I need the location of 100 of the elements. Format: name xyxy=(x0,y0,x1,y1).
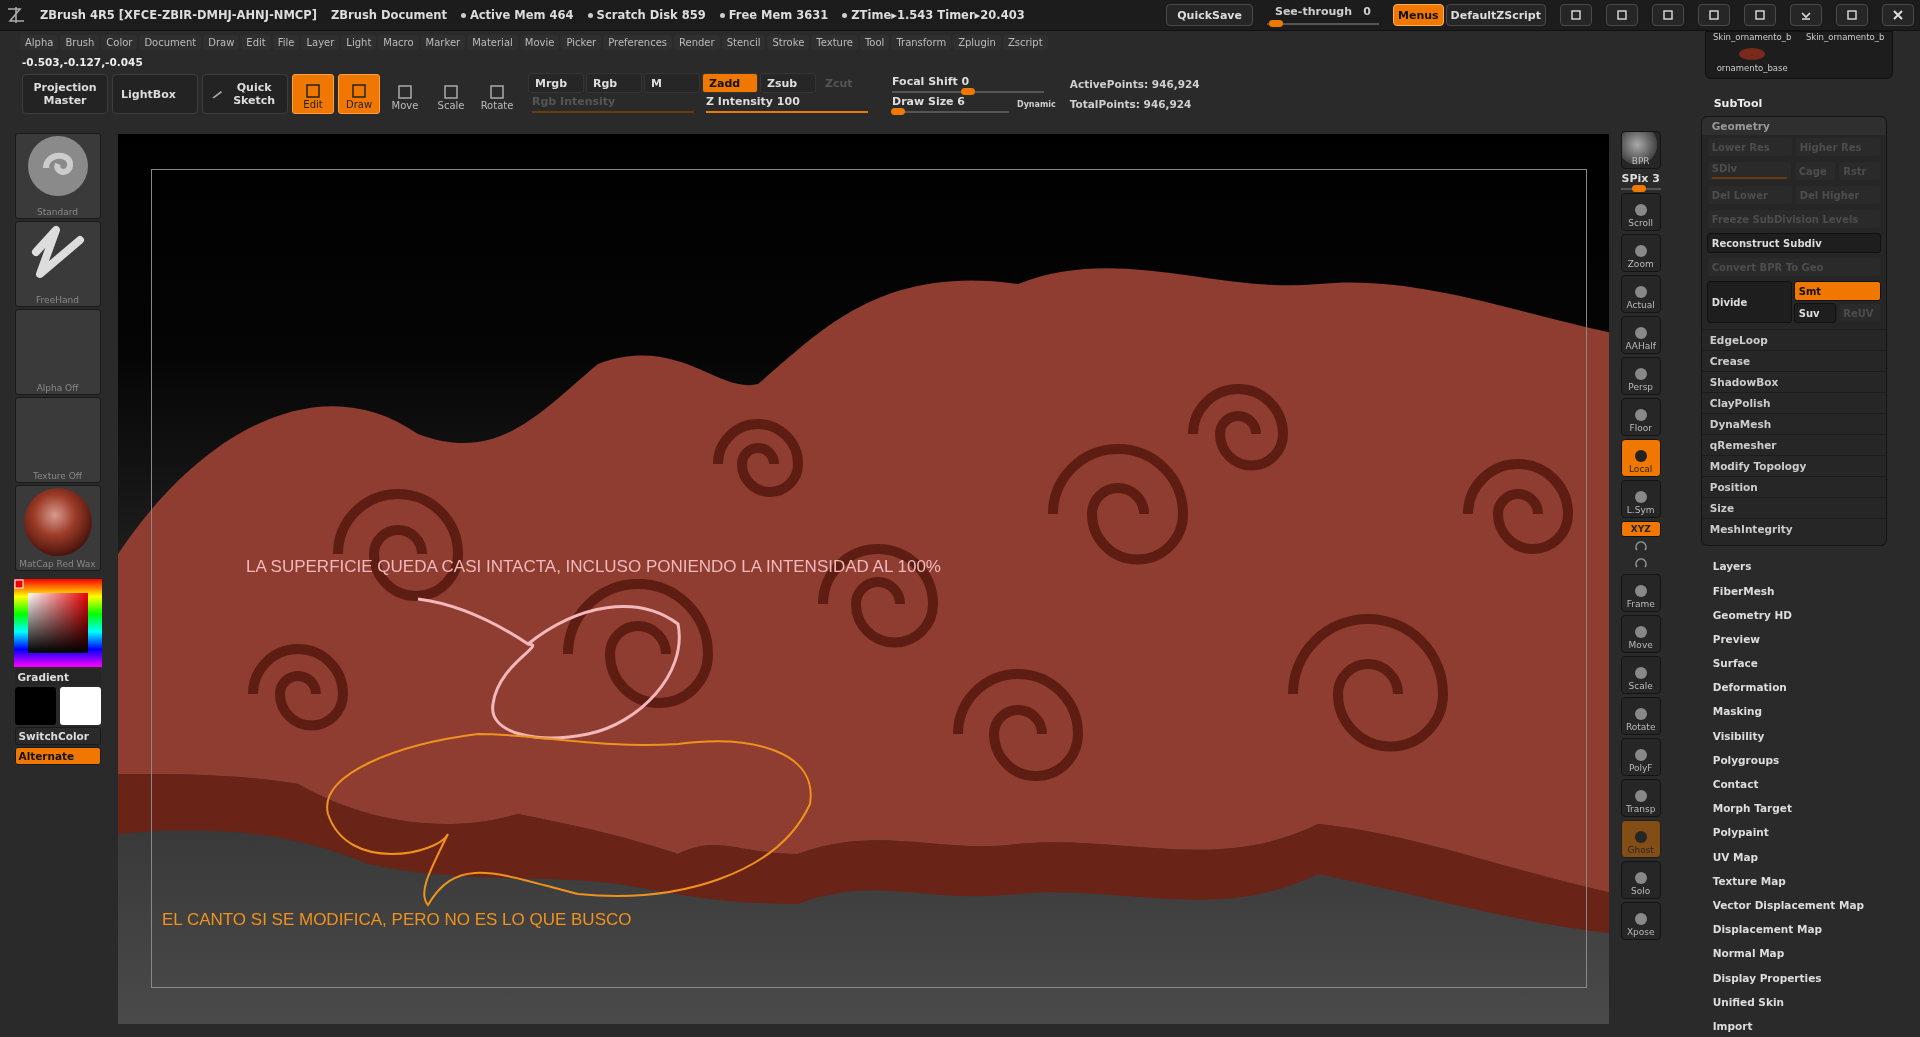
viewport-tool-button[interactable]: Floor xyxy=(1620,398,1661,436)
menu-item[interactable]: Alpha xyxy=(20,34,59,50)
viewport-tool-button[interactable]: Actual xyxy=(1620,275,1661,313)
tool-section[interactable]: Preview xyxy=(1694,626,1914,651)
menu-item[interactable]: Edit xyxy=(241,34,271,50)
tool-section[interactable]: Surface xyxy=(1694,651,1914,676)
subtool-header[interactable]: SubTool xyxy=(1694,79,1914,117)
menu-item[interactable]: Movie xyxy=(519,34,560,50)
menu-item[interactable]: Draw xyxy=(203,34,240,50)
tool-section[interactable]: Displacement Map xyxy=(1694,917,1914,942)
geometry-section[interactable]: DynaMesh xyxy=(1701,413,1886,435)
window-control-button[interactable] xyxy=(1882,4,1914,26)
dynamic-label[interactable]: Dynamic xyxy=(1017,99,1056,109)
tool-section[interactable]: Vector Displacement Map xyxy=(1694,892,1914,918)
channel-toggle[interactable]: Zadd xyxy=(702,73,758,93)
geometry-section[interactable]: qRemesher xyxy=(1701,434,1886,456)
mode-button[interactable]: Move xyxy=(384,74,426,114)
menu-item[interactable]: Marker xyxy=(420,34,466,50)
menus-toggle[interactable]: Menus xyxy=(1392,4,1444,26)
projection-master-button[interactable]: Projection Master xyxy=(22,74,108,114)
tool-section[interactable]: Deformation xyxy=(1694,675,1914,700)
viewport-tool-button[interactable]: L.Sym xyxy=(1620,480,1661,518)
channel-toggle[interactable]: Rgb xyxy=(586,73,642,93)
viewport-tool-button[interactable]: Frame xyxy=(1620,574,1661,612)
gradient-label[interactable]: Gradient xyxy=(14,669,101,685)
quicksave-button[interactable]: QuickSave xyxy=(1166,4,1253,26)
window-control-button[interactable] xyxy=(1606,4,1638,26)
spix-slider[interactable]: SPix 3 xyxy=(1618,172,1663,190)
menu-item[interactable]: Zplugin xyxy=(953,34,1001,50)
menu-item[interactable]: Stencil xyxy=(721,34,766,50)
subtool-name[interactable]: Skin_ornamento_b xyxy=(1712,32,1792,42)
subtool-name[interactable]: ornamento_base xyxy=(1716,63,1788,74)
window-control-button[interactable] xyxy=(1698,4,1730,26)
viewport-tool-button[interactable]: AAHalf xyxy=(1620,316,1661,354)
mode-button[interactable]: Scale xyxy=(430,74,472,114)
menu-item[interactable]: Light xyxy=(341,34,377,50)
window-control-button[interactable] xyxy=(1790,4,1822,26)
tool-section[interactable]: Polypaint xyxy=(1694,820,1914,845)
geometry-button[interactable]: Reconstruct Subdiv xyxy=(1706,233,1881,254)
viewport-tool-button[interactable]: Scale xyxy=(1620,656,1661,694)
slider-thumb[interactable] xyxy=(890,108,905,115)
viewport-tool-button[interactable]: Xpose xyxy=(1620,902,1661,940)
viewport-tool-button[interactable]: Move xyxy=(1620,615,1661,653)
menu-item[interactable]: Color xyxy=(101,34,138,50)
viewport-tool-button[interactable]: Zoom xyxy=(1620,234,1661,272)
window-control-button[interactable] xyxy=(1836,4,1868,26)
subtool-name[interactable]: Skin_ornamento_b xyxy=(1805,32,1885,42)
channel-toggle[interactable]: M xyxy=(644,73,700,93)
channel-toggle[interactable]: Zsub xyxy=(760,73,816,93)
script-button[interactable]: DefaultZScript xyxy=(1445,4,1546,26)
tool-section[interactable]: Polygroups xyxy=(1694,747,1914,772)
geometry-section[interactable]: Size xyxy=(1701,497,1886,519)
tool-section[interactable]: Morph Target xyxy=(1694,796,1914,821)
geometry-button[interactable]: Suv xyxy=(1793,303,1837,324)
primary-color-swatch[interactable] xyxy=(14,687,56,725)
slider-thumb[interactable] xyxy=(1268,20,1283,27)
geometry-section[interactable]: EdgeLoop xyxy=(1701,329,1886,351)
menu-item[interactable]: Tool xyxy=(859,34,890,50)
menu-item[interactable]: Texture xyxy=(811,34,858,50)
tool-section[interactable]: Contact xyxy=(1694,771,1914,797)
tool-section[interactable]: UV Map xyxy=(1694,844,1914,869)
channel-toggle[interactable]: Mrgb xyxy=(528,73,584,93)
viewport-tool-button[interactable]: Local xyxy=(1620,439,1661,477)
viewport-tool-button[interactable]: Transp xyxy=(1620,779,1661,817)
slider-thumb[interactable] xyxy=(961,88,975,95)
window-control-button[interactable] xyxy=(1744,4,1776,26)
tool-section[interactable]: Geometry HD xyxy=(1694,602,1914,627)
menu-item[interactable]: Zscript xyxy=(1002,34,1048,50)
menu-item[interactable]: Layer xyxy=(301,34,340,50)
geometry-section[interactable]: Position xyxy=(1701,476,1886,498)
secondary-color-swatch[interactable] xyxy=(59,687,101,725)
menu-item[interactable]: Render xyxy=(674,34,720,50)
draw-size-slider[interactable]: Draw Size 6 xyxy=(888,95,1013,113)
viewport[interactable]: LA SUPERFICIE QUEDA CASI INTACTA, INCLUSO PONIENDO LA INTENSIDAD AL 100% EL CANTO SI SE MODIFICA, PERO NO ES LO QUE BUSCO xyxy=(118,134,1609,1024)
geometry-header[interactable]: Geometry xyxy=(1701,117,1886,136)
geometry-button[interactable]: Divide xyxy=(1706,281,1792,324)
xyz-toggle[interactable]: XYZ xyxy=(1620,521,1661,537)
tool-section[interactable]: Import xyxy=(1694,1013,1914,1037)
tool-section[interactable]: Normal Map xyxy=(1694,941,1914,966)
z-intensity-slider[interactable]: Z Intensity 100 xyxy=(702,95,872,113)
menu-item[interactable]: Material xyxy=(467,34,518,50)
menu-item[interactable]: Macro xyxy=(378,34,419,50)
smt-toggle[interactable]: Smt xyxy=(1793,281,1881,302)
alternate-toggle[interactable]: Alternate xyxy=(14,747,101,765)
color-picker[interactable] xyxy=(13,579,102,667)
quick-sketch-button[interactable]: Quick Sketch xyxy=(202,74,288,114)
focal-shift-slider[interactable]: Focal Shift 0 xyxy=(888,75,1048,93)
tool-section[interactable]: Unified Skin xyxy=(1694,989,1914,1014)
window-control-button[interactable] xyxy=(1652,4,1684,26)
tool-section[interactable]: Display Properties xyxy=(1694,965,1914,990)
geometry-section[interactable]: ShadowBox xyxy=(1701,371,1886,393)
viewport-tool-button[interactable]: Solo xyxy=(1620,861,1661,899)
geometry-section[interactable]: Modify Topology xyxy=(1701,455,1886,477)
geometry-section[interactable]: Crease xyxy=(1701,350,1886,372)
switch-color-button[interactable]: SwitchColor xyxy=(14,727,101,745)
menu-item[interactable]: Picker xyxy=(561,34,602,50)
menu-item[interactable]: Stroke xyxy=(767,34,810,50)
menu-item[interactable]: Preferences xyxy=(603,34,672,50)
viewport-tool-button[interactable]: PolyF xyxy=(1620,738,1661,776)
menu-item[interactable]: Document xyxy=(139,34,202,50)
